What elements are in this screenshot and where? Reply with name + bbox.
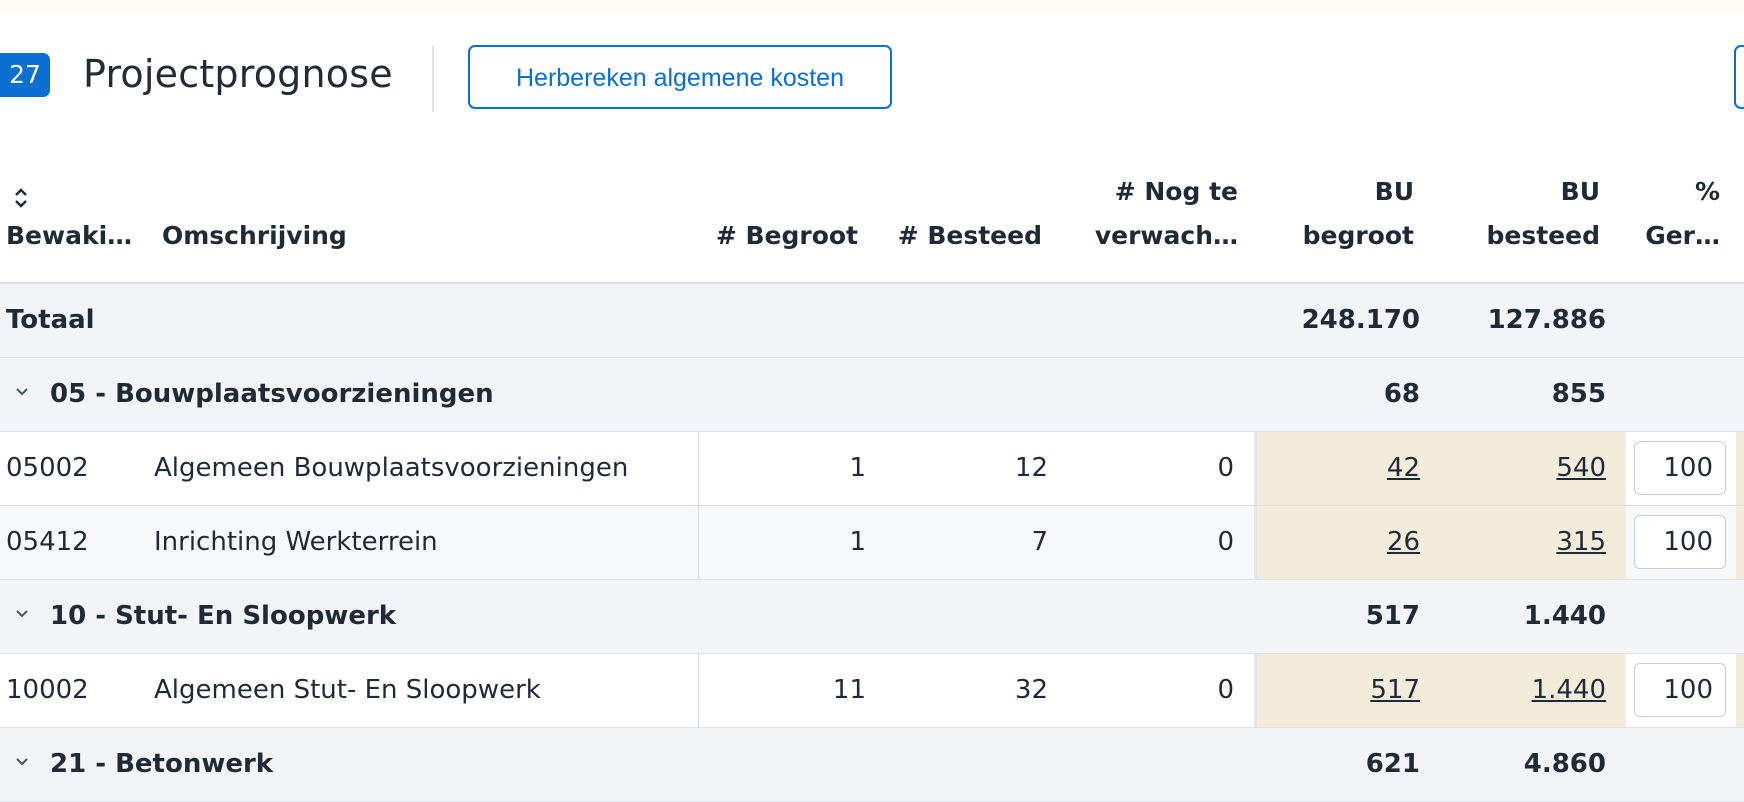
row-omschrijving: Inrichting Werkterrein [154,527,438,557]
row-omschrijving: Algemeen Stut- En Sloopwerk [154,675,541,705]
column-header-bewaking[interactable]: Bewaki… [6,214,132,258]
row-code: 05002 [6,453,89,483]
partial-cell [1736,654,1744,727]
group-bu-begroot: 517 [1365,601,1420,631]
total-bu-begroot: 248.170 [1301,305,1420,335]
partial-cell [1736,506,1744,579]
recalculate-general-costs-button[interactable]: Herbereken algemene kosten [468,45,892,109]
row-nog-te-verwachten: 0 [1217,453,1234,483]
group-bu-besteed: 855 [1551,379,1606,409]
collapse-all-icon[interactable] [12,184,30,212]
row-code: 05412 [6,527,89,557]
table-row: 05412 Inrichting Werkterrein 1 7 0 26 31… [0,506,1744,580]
group-label: 10 - Stut- En Sloopwerk [50,601,397,631]
table-row: 05002 Algemeen Bouwplaatsvoorzieningen 1… [0,432,1744,506]
column-divider [698,432,699,505]
page-header: 27 Projectprognose Herbereken algemene k… [0,14,1744,118]
group-bu-begroot: 621 [1365,749,1420,779]
row-code: 10002 [6,675,89,705]
percentage-input[interactable] [1634,515,1726,569]
group-label: 05 - Bouwplaatsvoorzieningen [50,379,494,409]
table-header: Bewaki… Omschrijving # Begroot # Besteed… [0,168,1744,284]
row-begroot: 11 [832,675,866,705]
row-bu-begroot-link[interactable]: 26 [1260,506,1420,579]
row-besteed: 12 [1014,453,1048,483]
group-bu-begroot: 68 [1383,379,1420,409]
row-nog-te-verwachten: 0 [1217,675,1234,705]
column-header-nog-te-verwachten[interactable]: # Nog te verwach… [1060,170,1238,258]
row-besteed: 7 [1031,527,1048,557]
percentage-input[interactable] [1634,663,1726,717]
row-bu-besteed-link[interactable]: 540 [1450,432,1606,505]
group-label: 21 - Betonwerk [50,749,274,779]
total-bu-besteed: 127.886 [1487,305,1606,335]
column-header-omschrijving[interactable]: Omschrijving [162,214,347,258]
total-row: Totaal 248.170 127.886 [0,284,1744,358]
group-bu-besteed: 1.440 [1523,601,1606,631]
group-row[interactable]: 10 - Stut- En Sloopwerk 517 1.440 [0,580,1744,654]
table-row: 10002 Algemeen Stut- En Sloopwerk 11 32 … [0,654,1744,728]
row-begroot: 1 [849,453,866,483]
chevron-down-icon[interactable] [14,754,30,770]
column-header-bu-begroot[interactable]: BU begroot [1260,170,1414,258]
row-bu-begroot-link[interactable]: 517 [1260,654,1420,727]
percentage-input[interactable] [1634,441,1726,495]
row-bu-besteed-link[interactable]: 315 [1450,506,1606,579]
chevron-down-icon[interactable] [14,606,30,622]
group-row[interactable]: 21 - Betonwerk 621 4.860 [0,728,1744,802]
row-nog-te-verwachten: 0 [1217,527,1234,557]
row-begroot: 1 [849,527,866,557]
column-divider [698,506,699,579]
column-header-bu-besteed[interactable]: BU besteed [1450,170,1601,258]
partial-cell [1736,432,1744,505]
row-omschrijving: Algemeen Bouwplaatsvoorzieningen [154,453,629,483]
group-row[interactable]: 05 - Bouwplaatsvoorzieningen 68 855 [0,358,1744,432]
forecast-table: Bewaki… Omschrijving # Begroot # Besteed… [0,168,1744,802]
project-number-badge: 27 [0,53,50,97]
row-besteed: 32 [1014,675,1048,705]
partial-header-button[interactable] [1734,45,1744,109]
group-bu-besteed: 4.860 [1523,749,1606,779]
budget-cell-edge [1254,506,1257,579]
column-divider [698,654,699,727]
row-bu-besteed-link[interactable]: 1.440 [1450,654,1606,727]
row-bu-begroot-link[interactable]: 42 [1260,432,1420,505]
budget-cell-edge [1254,432,1257,505]
column-header-percentage[interactable]: % Ger… [1630,170,1720,258]
budget-cell-edge [1254,654,1257,727]
chevron-down-icon[interactable] [14,384,30,400]
total-label: Totaal [6,305,95,335]
column-header-begroot[interactable]: # Begroot [700,214,858,258]
header-divider [432,46,434,112]
column-header-besteed[interactable]: # Besteed [880,214,1042,258]
top-strip [0,0,1744,14]
page-title: Projectprognose [83,52,393,96]
